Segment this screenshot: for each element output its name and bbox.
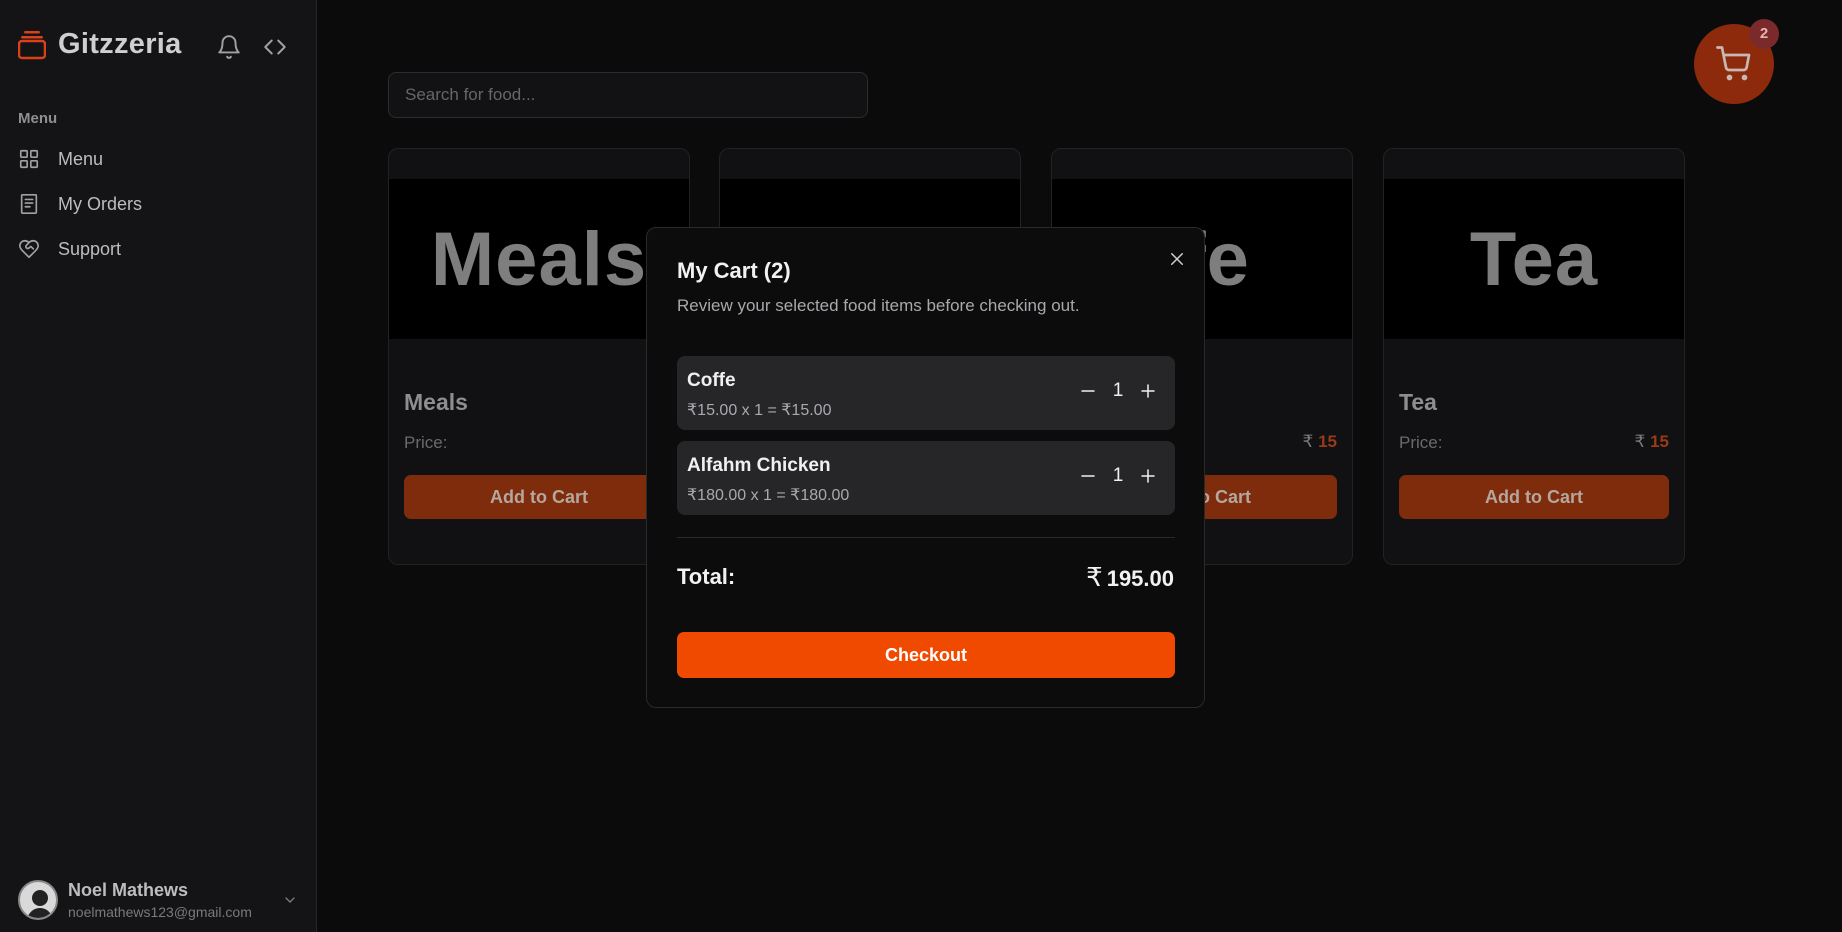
minus-icon[interactable]	[1075, 463, 1101, 489]
sidebar: Gitzzeria Menu Menu My Orders Support No…	[0, 0, 317, 932]
avatar	[18, 880, 58, 920]
close-icon[interactable]	[1168, 250, 1186, 268]
modal-subtitle: Review your selected food items before c…	[677, 296, 1080, 315]
total-label: Total:	[677, 564, 736, 589]
cart-modal: My Cart (2) Review your selected food it…	[646, 227, 1205, 708]
stack-logo-icon	[17, 30, 47, 60]
menu-heading: Menu	[18, 110, 58, 127]
divider	[677, 537, 1175, 538]
brand[interactable]: Gitzzeria	[17, 28, 182, 61]
sidebar-item-my-orders[interactable]: My Orders	[18, 189, 142, 219]
receipt-icon	[18, 193, 40, 215]
modal-title: My Cart (2)	[677, 258, 791, 283]
price-amount: 15	[1650, 432, 1669, 451]
price-value: ₹ 15	[1303, 432, 1337, 452]
quantity-value: 1	[1112, 380, 1124, 401]
price-value: ₹ 15	[1635, 432, 1669, 452]
quantity-stepper: 1	[1075, 378, 1161, 404]
search-input[interactable]	[388, 72, 868, 118]
cart-count-badge: 2	[1749, 19, 1779, 49]
sidebar-item-label: My Orders	[58, 193, 143, 214]
food-image: Meals	[389, 179, 689, 339]
sidebar-item-label: Menu	[58, 148, 104, 169]
heart-handshake-icon	[18, 238, 40, 260]
user-profile[interactable]: Noel Mathews noelmathews123@gmail.com	[18, 880, 298, 920]
cart-item-calc: ₹180.00 x 1 = ₹180.00	[687, 487, 850, 504]
quantity-value: 1	[1112, 465, 1124, 486]
currency-symbol: ₹	[1086, 562, 1103, 592]
price-label: Price:	[1399, 433, 1443, 452]
cart-item: Alfahm Chicken ₹180.00 x 1 = ₹180.00 1	[677, 441, 1175, 515]
cart-icon	[1716, 46, 1751, 81]
cart-item-name: Alfahm Chicken	[687, 455, 831, 476]
cart-item-calc: ₹15.00 x 1 = ₹15.00	[687, 402, 832, 419]
bell-icon[interactable]	[216, 34, 242, 60]
food-title: Tea	[1399, 389, 1437, 415]
food-image: Tea	[1384, 179, 1684, 339]
cart-item: Coffe ₹15.00 x 1 = ₹15.00 1	[677, 356, 1175, 430]
food-title: Meals	[404, 389, 468, 415]
plus-icon[interactable]	[1135, 463, 1161, 489]
sidebar-item-label: Support	[58, 238, 122, 259]
checkout-button[interactable]: Checkout	[677, 632, 1175, 678]
food-image-text: Tea	[1469, 216, 1599, 302]
add-to-cart-button[interactable]: Add to Cart	[1399, 475, 1669, 519]
chevron-down-icon[interactable]	[282, 892, 298, 908]
currency-symbol: ₹	[1634, 432, 1646, 451]
food-card-meals: Meals Meals Price: ₹ Add to Cart	[388, 148, 690, 565]
quantity-stepper: 1	[1075, 463, 1161, 489]
food-image-text: Meals	[430, 216, 648, 302]
price-label: Price:	[404, 433, 448, 452]
add-to-cart-button[interactable]: Add to Cart	[404, 475, 674, 519]
cart-item-name: Coffe	[687, 370, 736, 391]
sidebar-item-support[interactable]: Support	[18, 234, 121, 264]
plus-icon[interactable]	[1135, 378, 1161, 404]
grid-icon	[18, 148, 40, 170]
sidebar-item-menu[interactable]: Menu	[18, 144, 103, 174]
minus-icon[interactable]	[1075, 378, 1101, 404]
currency-symbol: ₹	[1302, 432, 1314, 451]
food-card-tea: Tea Tea Price: ₹ 15 Add to Cart	[1383, 148, 1685, 565]
brand-name: Gitzzeria	[58, 28, 182, 60]
total-amount: 195.00	[1106, 566, 1174, 591]
user-name: Noel Mathews	[68, 880, 189, 900]
total-value: ₹195.00	[1086, 562, 1174, 593]
code-icon[interactable]	[262, 34, 288, 60]
user-email: noelmathews123@gmail.com	[68, 904, 252, 920]
price-amount: 15	[1318, 432, 1337, 451]
